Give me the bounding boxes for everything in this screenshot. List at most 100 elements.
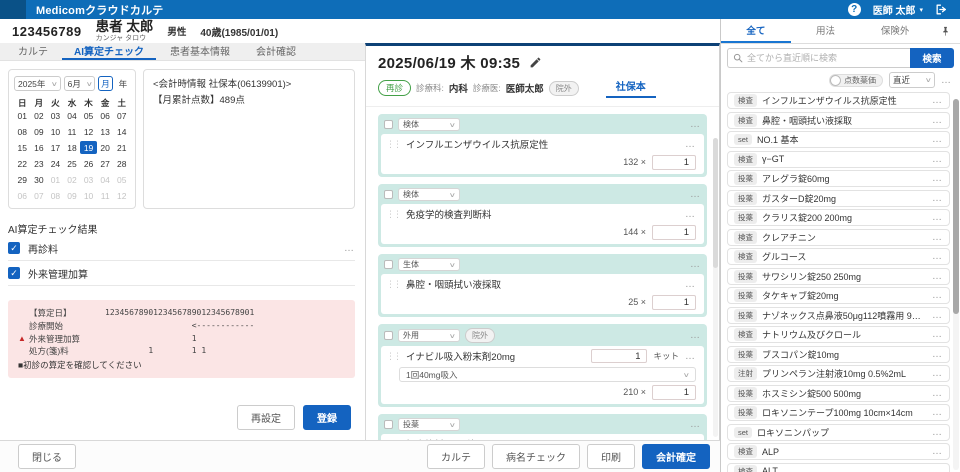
more-icon[interactable]: … — [685, 351, 696, 362]
drag-handle-icon[interactable]: ⋮⋮ — [386, 139, 400, 150]
catalog-item[interactable]: 投薬サワシリン錠250 250mg… — [727, 268, 950, 285]
more-icon[interactable]: … — [932, 95, 943, 106]
category-dropdown[interactable]: 生体∨ — [398, 258, 460, 271]
insurance-tab[interactable]: 社保本 — [606, 78, 656, 98]
more-icon[interactable]: … — [932, 466, 943, 472]
drag-handle-icon[interactable]: ⋮⋮ — [386, 209, 400, 220]
calendar-day[interactable]: 03 — [80, 173, 97, 186]
catalog-item[interactable]: 投薬ナゾネックス点鼻液50μg112噴霧用 9mg18g… — [727, 307, 950, 324]
more-icon[interactable]: … — [932, 388, 943, 399]
calendar-day[interactable]: 05 — [80, 109, 97, 122]
calendar-day[interactable]: 01 — [47, 173, 64, 186]
usage-dropdown[interactable]: 1回40mg吸入∨ — [399, 367, 696, 382]
month-dropdown[interactable]: 6月 ∨ — [64, 76, 96, 91]
more-icon[interactable]: … — [932, 329, 943, 340]
more-icon[interactable]: … — [690, 419, 701, 430]
calendar-day[interactable]: 11 — [97, 189, 114, 202]
more-icon[interactable]: … — [932, 154, 943, 165]
more-icon[interactable]: … — [932, 134, 943, 145]
more-icon[interactable]: … — [932, 427, 943, 438]
more-icon[interactable]: … — [932, 407, 943, 418]
calendar-day[interactable]: 18 — [64, 141, 81, 154]
reset-button[interactable]: 再設定 — [237, 405, 295, 430]
calendar-day[interactable]: 09 — [31, 125, 48, 138]
calendar-day[interactable]: 01 — [14, 109, 31, 122]
card-checkbox[interactable] — [384, 260, 393, 269]
more-icon[interactable]: … — [690, 330, 701, 341]
catalog-item[interactable]: 検査鼻腔・咽頭拭い液採取… — [727, 112, 950, 129]
karte-button[interactable]: カルテ — [427, 444, 485, 469]
catalog-item[interactable]: 検査グルコース… — [727, 248, 950, 265]
middle-scrollbar-thumb[interactable] — [713, 138, 718, 268]
edit-pencil-icon[interactable] — [529, 56, 542, 69]
calendar-day[interactable]: 22 — [14, 157, 31, 170]
billing-confirm-button[interactable]: 会計確定 — [642, 444, 710, 469]
calendar-day[interactable]: 08 — [47, 189, 64, 202]
calendar-day[interactable]: 07 — [31, 189, 48, 202]
more-icon[interactable]: … — [685, 279, 696, 290]
more-icon[interactable]: … — [932, 310, 943, 321]
more-icon[interactable]: … — [932, 290, 943, 301]
month-mode-button[interactable]: 月 — [98, 76, 112, 91]
calendar-day[interactable]: 29 — [14, 173, 31, 186]
catalog-item[interactable]: 検査ナトリウム及びクロール… — [727, 326, 950, 343]
quantity-input[interactable] — [652, 155, 696, 170]
calendar-day[interactable]: 21 — [113, 141, 130, 154]
more-icon[interactable]: … — [685, 209, 696, 220]
calendar-day[interactable]: 06 — [14, 189, 31, 202]
more-icon[interactable]: … — [932, 271, 943, 282]
catalog-item[interactable]: 投薬ホスミシン錠500 500mg… — [727, 385, 950, 402]
more-icon[interactable]: … — [932, 368, 943, 379]
more-icon[interactable]: … — [932, 349, 943, 360]
quantity-input[interactable] — [652, 295, 696, 310]
calendar-day[interactable]: 02 — [31, 109, 48, 122]
calendar-day[interactable]: 13 — [97, 125, 114, 138]
user-menu[interactable]: 医師 太郎 ▾ — [873, 2, 923, 17]
pin-icon[interactable] — [930, 19, 960, 43]
card-checkbox[interactable] — [384, 331, 393, 340]
more-icon[interactable]: … — [932, 193, 943, 204]
checkbox-checked-icon[interactable]: ✓ — [8, 242, 20, 254]
catalog-item[interactable]: 投薬タケキャブ錠20mg… — [727, 287, 950, 304]
search-button[interactable]: 検索 — [910, 48, 954, 68]
catalog-item[interactable]: 検査クレアチニン… — [727, 229, 950, 246]
catalog-tab[interactable]: 全て — [721, 19, 791, 43]
catalog-scrollbar[interactable] — [953, 99, 959, 470]
points-price-toggle[interactable]: 点数薬価 — [829, 74, 883, 87]
catalog-scrollbar-thumb[interactable] — [953, 99, 959, 314]
calendar-day[interactable]: 11 — [64, 125, 81, 138]
close-button[interactable]: 閉じる — [18, 444, 76, 469]
app-menu-square[interactable] — [0, 0, 26, 19]
category-dropdown[interactable]: 検体∨ — [398, 118, 460, 131]
catalog-item[interactable]: 検査γ−GT… — [727, 151, 950, 168]
catalog-item[interactable]: 検査ALT… — [727, 463, 950, 472]
more-icon[interactable]: … — [941, 75, 952, 86]
catalog-item[interactable]: 注射プリンペラン注射液10mg 0.5%2mL… — [727, 365, 950, 382]
calendar-day[interactable]: 05 — [113, 173, 130, 186]
catalog-item[interactable]: 検査インフルエンザウイルス抗原定性… — [727, 92, 950, 109]
dose-input[interactable] — [591, 349, 647, 363]
more-icon[interactable]: … — [932, 446, 943, 457]
left-tab[interactable]: カルテ — [6, 43, 60, 60]
more-icon[interactable]: … — [344, 243, 355, 254]
calendar-day[interactable]: 10 — [47, 125, 64, 138]
logout-icon[interactable] — [935, 3, 948, 16]
catalog-item[interactable]: 投薬ガスターD錠20mg… — [727, 190, 950, 207]
print-button[interactable]: 印刷 — [587, 444, 635, 469]
calendar-day[interactable]: 04 — [97, 173, 114, 186]
category-dropdown[interactable]: 外用∨ — [398, 329, 460, 342]
card-checkbox[interactable] — [384, 120, 393, 129]
calendar-day[interactable]: 10 — [80, 189, 97, 202]
catalog-tab[interactable]: 保険外 — [860, 19, 930, 43]
left-tab[interactable]: AI算定チェック — [62, 43, 156, 60]
search-input[interactable] — [747, 53, 905, 63]
checkbox-checked-icon[interactable]: ✓ — [8, 267, 20, 279]
more-icon[interactable]: … — [932, 232, 943, 243]
calendar-day[interactable]: 12 — [80, 125, 97, 138]
card-checkbox[interactable] — [384, 420, 393, 429]
more-icon[interactable]: … — [932, 115, 943, 126]
drag-handle-icon[interactable]: ⋮⋮ — [386, 351, 400, 362]
middle-scrollbar[interactable] — [713, 138, 718, 437]
card-checkbox[interactable] — [384, 190, 393, 199]
more-icon[interactable]: … — [690, 189, 701, 200]
